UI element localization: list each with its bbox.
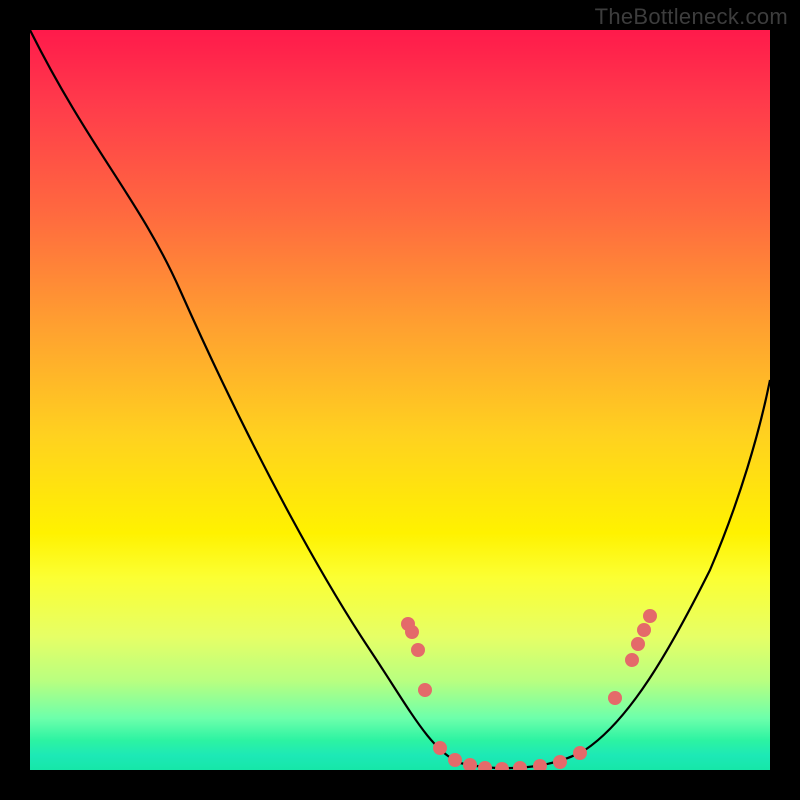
watermark-text: TheBottleneck.com [595,4,788,30]
bottleneck-curve [30,30,770,768]
curve-marker [631,637,645,651]
curve-marker [478,761,492,770]
curve-marker [405,625,419,639]
curve-marker [625,653,639,667]
curve-marker [643,609,657,623]
curve-marker [495,762,509,770]
curve-marker [411,643,425,657]
curve-marker [553,755,567,769]
chart-frame: TheBottleneck.com [0,0,800,800]
curve-marker [448,753,462,767]
curve-marker [513,761,527,770]
curve-marker [433,741,447,755]
curve-marker [637,623,651,637]
curve-marker [533,759,547,770]
curve-layer [30,30,770,770]
curve-marker [573,746,587,760]
curve-marker [463,758,477,770]
curve-markers [401,609,657,770]
plot-gradient-area [30,30,770,770]
curve-marker [418,683,432,697]
curve-marker [608,691,622,705]
